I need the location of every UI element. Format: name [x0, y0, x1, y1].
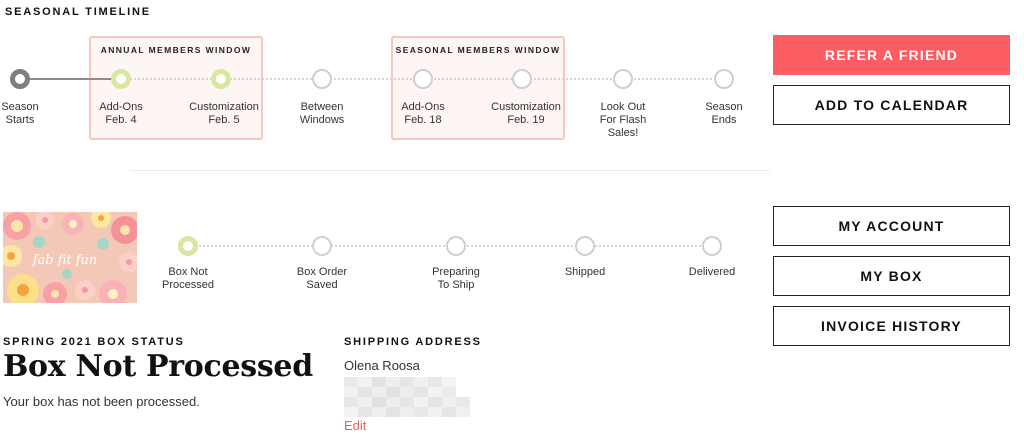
timeline-node-flash-sales [613, 69, 633, 89]
progress-label: Box Order Saved [296, 266, 348, 291]
section-divider [130, 170, 770, 171]
progress-step-not-processed [178, 236, 198, 256]
timeline-node-between-windows [312, 69, 332, 89]
timeline-connector [20, 78, 121, 80]
timeline-node-season-starts [10, 69, 30, 89]
redacted-address [344, 377, 470, 417]
svg-text:fab fit fun: fab fit fun [32, 253, 98, 268]
progress-label: Shipped [564, 266, 606, 278]
timeline-label: Look Out For Flash Sales! [599, 101, 647, 139]
invoice-history-button[interactable]: INVOICE HISTORY [773, 306, 1010, 346]
progress-label: Box Not Processed [162, 266, 214, 291]
refer-a-friend-button[interactable]: REFER A FRIEND [773, 35, 1010, 75]
progress-step-delivered [702, 236, 722, 256]
edit-address-link[interactable]: Edit [344, 418, 366, 433]
progress-step-shipped [575, 236, 595, 256]
seasonal-window-title: SEASONAL MEMBERS WINDOW [395, 45, 561, 55]
timeline-label: Season Ends [705, 101, 743, 126]
annual-window-title: ANNUAL MEMBERS WINDOW [100, 45, 252, 55]
timeline-node-addons-feb18 [413, 69, 433, 89]
timeline-label: Customization Feb. 5 [189, 101, 259, 126]
timeline-node-customization-feb5 [211, 69, 231, 89]
progress-step-preparing [446, 236, 466, 256]
progress-step-order-saved [312, 236, 332, 256]
timeline-node-season-ends [714, 69, 734, 89]
timeline-label: Add-Ons Feb. 4 [99, 101, 143, 126]
progress-label: Preparing To Ship [432, 266, 480, 291]
my-account-button[interactable]: MY ACCOUNT [773, 206, 1010, 246]
timeline-label: Customization Feb. 19 [491, 101, 561, 126]
timeline-node-addons-feb4 [111, 69, 131, 89]
timeline-label: Season Starts [1, 101, 39, 126]
box-status-title: Box Not Processed [3, 349, 313, 384]
timeline-node-customization-feb19 [512, 69, 532, 89]
progress-label: Delivered [688, 266, 736, 278]
shipping-name: Olena Roosa [344, 358, 420, 373]
add-to-calendar-button[interactable]: ADD TO CALENDAR [773, 85, 1010, 125]
timeline-title: SEASONAL TIMELINE [5, 6, 151, 18]
box-status-heading: SPRING 2021 BOX STATUS [3, 336, 185, 348]
timeline-label: Add-Ons Feb. 18 [401, 101, 445, 126]
shipping-address-heading: SHIPPING ADDRESS [344, 336, 482, 348]
my-box-button[interactable]: MY BOX [773, 256, 1010, 296]
box-status-description: Your box has not been processed. [3, 394, 200, 409]
box-image: fab fit fun [3, 212, 137, 303]
timeline-label: Between Windows [299, 101, 345, 126]
